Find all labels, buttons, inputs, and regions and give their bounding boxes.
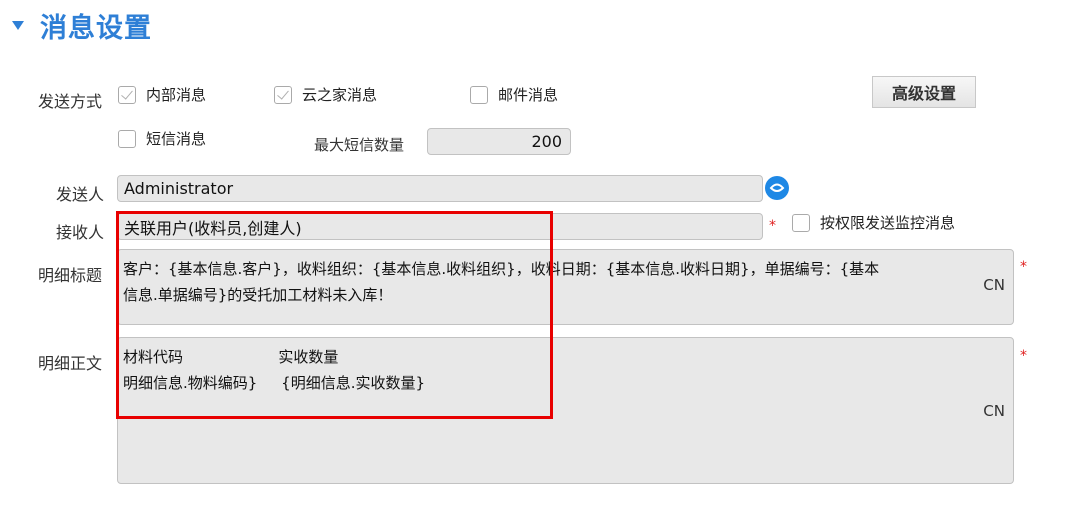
detail-title-line-2: 信息.单据编号}的受托加工材料未入库！ bbox=[123, 286, 393, 304]
receiver-label: 接收人 bbox=[56, 223, 105, 242]
sms-message-label: 短信消息 bbox=[146, 130, 207, 148]
collapse-triangle-icon[interactable] bbox=[12, 21, 24, 30]
internal-message-label: 内部消息 bbox=[146, 86, 207, 104]
internal-message-option[interactable]: 内部消息 bbox=[118, 84, 206, 105]
section-header[interactable]: 消息设置 bbox=[12, 6, 152, 45]
send-method-label: 发送方式 bbox=[38, 92, 103, 111]
detail-title-label: 明细标题 bbox=[38, 266, 103, 285]
permission-monitor-option[interactable]: 按权限发送监控消息 bbox=[792, 212, 955, 233]
max-sms-input[interactable]: 200 bbox=[427, 128, 571, 155]
permission-monitor-label: 按权限发送监控消息 bbox=[820, 214, 956, 232]
detail-body-label: 明细正文 bbox=[38, 354, 103, 373]
detail-title-language[interactable]: CN bbox=[983, 276, 1005, 294]
max-sms-label: 最大短信数量 bbox=[314, 136, 405, 154]
detail-title-required-marker: * bbox=[1020, 259, 1027, 275]
sms-message-checkbox[interactable] bbox=[118, 129, 136, 148]
sender-input[interactable]: Administrator bbox=[117, 175, 763, 202]
email-message-option[interactable]: 邮件消息 bbox=[470, 84, 558, 105]
receiver-input[interactable]: 关联用户(收料员,创建人) bbox=[117, 213, 763, 240]
detail-title-text: 客户：{基本信息.客户}，收料组织：{基本信息.收料组织}，收料日期：{基本信息… bbox=[123, 256, 879, 308]
yunzhijia-message-option[interactable]: 云之家消息 bbox=[274, 84, 377, 105]
internal-message-checkbox[interactable] bbox=[118, 85, 136, 104]
detail-body-line-2: 明细信息.物料编码} {明细信息.实收数量} bbox=[123, 374, 426, 392]
sms-message-option[interactable]: 短信消息 bbox=[118, 128, 206, 149]
detail-title-textarea[interactable]: 客户：{基本信息.客户}，收料组织：{基本信息.收料组织}，收料日期：{基本信息… bbox=[117, 249, 1014, 325]
sender-label: 发送人 bbox=[56, 185, 105, 204]
permission-monitor-checkbox[interactable] bbox=[792, 213, 810, 232]
receiver-required-marker: * bbox=[769, 218, 776, 234]
detail-title-line-1: 客户：{基本信息.客户}，收料组织：{基本信息.收料组织}，收料日期：{基本信息… bbox=[123, 260, 880, 278]
cloud-glyph-icon bbox=[769, 183, 785, 192]
detail-body-textarea[interactable]: 材料代码 实收数量 明细信息.物料编码} {明细信息.实收数量} CN bbox=[117, 337, 1014, 484]
yunzhijia-message-checkbox[interactable] bbox=[274, 85, 292, 104]
yunzhijia-message-label: 云之家消息 bbox=[302, 86, 378, 104]
detail-body-required-marker: * bbox=[1020, 348, 1027, 364]
advanced-settings-button[interactable]: 高级设置 bbox=[872, 76, 976, 108]
detail-body-line-1: 材料代码 实收数量 bbox=[123, 348, 339, 366]
email-message-checkbox[interactable] bbox=[470, 85, 488, 104]
email-message-label: 邮件消息 bbox=[498, 86, 559, 104]
cloud-icon[interactable] bbox=[765, 176, 789, 200]
detail-body-text: 材料代码 实收数量 明细信息.物料编码} {明细信息.实收数量} bbox=[123, 344, 425, 396]
section-title: 消息设置 bbox=[40, 13, 152, 44]
detail-body-language[interactable]: CN bbox=[983, 402, 1005, 420]
